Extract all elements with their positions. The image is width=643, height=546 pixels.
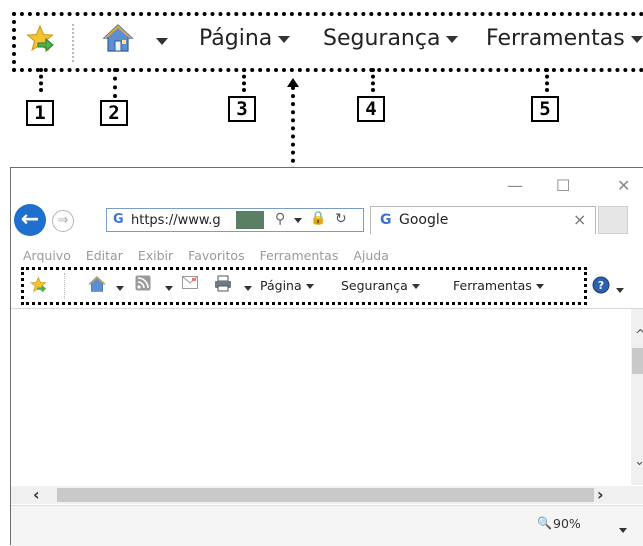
menu-item-favoritos[interactable]: Favoritos (188, 248, 244, 263)
command-bar: Página Segurança Ferramentas (21, 267, 587, 305)
page-menu-small[interactable]: Página (260, 278, 314, 293)
google-favicon-icon: G (380, 212, 392, 228)
chevron-down-icon (411, 284, 420, 289)
help-button[interactable]: ? (592, 276, 610, 298)
callout-line-5 (545, 68, 549, 92)
star-with-arrow-icon (30, 276, 47, 293)
site-favicon-icon: G (113, 212, 124, 227)
chevron-down-icon (446, 35, 459, 43)
chevron-down-icon (535, 284, 544, 289)
chevron-down-icon (305, 284, 314, 289)
tab-google[interactable]: G Google × (370, 206, 596, 234)
toolbar-separator (72, 24, 74, 62)
tab-close-icon[interactable]: × (573, 210, 586, 229)
read-mail-icon (182, 276, 198, 289)
home-button[interactable] (102, 22, 134, 60)
menu-item-exibir[interactable]: Exibir (138, 248, 173, 263)
zoom-level[interactable]: 90% (553, 516, 581, 531)
chevron-down-icon (278, 35, 291, 43)
scroll-up-icon[interactable]: ^ (635, 328, 643, 343)
menu-bar: Arquivo Editar Exibir Favoritos Ferramen… (23, 248, 400, 263)
new-tab-button[interactable] (598, 206, 628, 234)
page-menu-label: Página (199, 26, 273, 51)
zoom-icon: 🔍 (537, 516, 552, 530)
rss-feed-icon (135, 275, 151, 291)
rss-dropdown-arrow[interactable] (161, 280, 173, 295)
home-dropdown-arrow[interactable] (112, 280, 124, 295)
search-dropdown-icon[interactable] (290, 213, 302, 228)
menu-item-ajuda[interactable]: Ajuda (353, 248, 389, 263)
scroll-down-icon[interactable]: ⌄ (634, 454, 643, 469)
callout-number-1: 1 (26, 100, 54, 126)
home-icon (102, 24, 134, 52)
zoom-dropdown-arrow[interactable] (615, 520, 627, 539)
favorites-bar-button[interactable] (30, 276, 48, 297)
help-dropdown-arrow[interactable] (612, 280, 624, 299)
zoomed-command-bar: Página Segurança Ferramentas (12, 12, 643, 72)
security-menu-small[interactable]: Segurança (341, 278, 420, 293)
address-bar[interactable]: G https://www.g ⚲ 🔒 ↻ (106, 208, 364, 232)
menu-item-arquivo[interactable]: Arquivo (23, 248, 71, 263)
svg-text:?: ? (598, 279, 604, 292)
callout-number-2: 2 (100, 100, 128, 126)
tools-menu-label: Ferramentas (486, 26, 625, 51)
page-content-area (11, 308, 643, 485)
home-dropdown-arrow[interactable] (150, 28, 168, 53)
callout-line-4 (371, 68, 375, 92)
callout-line-1 (39, 68, 43, 92)
browser-window: — ☐ ✕ ← ⇒ G https://www.g ⚲ 🔒 ↻ G Google… (10, 167, 643, 546)
maximize-button[interactable]: ☐ (556, 176, 570, 195)
refresh-icon[interactable]: ↻ (335, 211, 347, 227)
callout-number-4: 4 (357, 96, 385, 122)
lock-icon: 🔒 (310, 211, 327, 226)
home-button-small[interactable] (88, 275, 106, 296)
read-mail-button[interactable] (182, 276, 198, 292)
rss-feed-button[interactable] (135, 275, 151, 294)
scroll-right-icon[interactable]: › (597, 485, 604, 504)
menu-item-ferramentas[interactable]: Ferramentas (260, 248, 339, 263)
horizontal-scroll-thumb[interactable] (57, 488, 594, 502)
chevron-down-icon (630, 35, 643, 43)
callout-number-5: 5 (531, 96, 559, 122)
print-button[interactable] (214, 275, 232, 295)
page-menu-label: Página (260, 278, 302, 293)
security-menu[interactable]: Segurança (323, 26, 459, 51)
back-button[interactable]: ← (14, 204, 46, 236)
printer-icon (215, 275, 231, 292)
tools-menu-small[interactable]: Ferramentas (453, 278, 544, 293)
home-icon (88, 276, 106, 292)
tools-menu[interactable]: Ferramentas (486, 26, 643, 51)
callout-line-3 (242, 68, 246, 92)
forward-button[interactable]: ⇒ (52, 210, 74, 232)
favorites-bar-icon[interactable] (26, 24, 56, 60)
address-text: https://www.g (131, 213, 221, 228)
status-bar: 🔍 90% (11, 505, 643, 546)
help-icon: ? (592, 276, 610, 294)
forward-arrow-icon: ⇒ (57, 213, 69, 228)
callout-line-2 (113, 68, 117, 98)
vertical-scroll-thumb[interactable] (632, 348, 643, 374)
minimize-button[interactable]: — (507, 176, 523, 195)
print-dropdown-arrow[interactable] (240, 280, 252, 295)
tools-menu-label: Ferramentas (453, 278, 532, 293)
search-icon[interactable]: ⚲ (275, 211, 285, 227)
tab-title: Google (399, 212, 449, 228)
security-menu-label: Segurança (341, 278, 408, 293)
scroll-left-icon[interactable]: ‹ (33, 485, 40, 504)
callout-number-3: 3 (228, 96, 256, 122)
page-menu[interactable]: Página (199, 26, 291, 51)
close-window-button[interactable]: ✕ (617, 176, 630, 195)
toolbar-separator (64, 273, 65, 299)
menu-item-editar[interactable]: Editar (86, 248, 123, 263)
back-arrow-icon: ← (20, 207, 40, 232)
security-menu-label: Segurança (323, 26, 441, 51)
image-thumbnail-icon (236, 211, 264, 229)
